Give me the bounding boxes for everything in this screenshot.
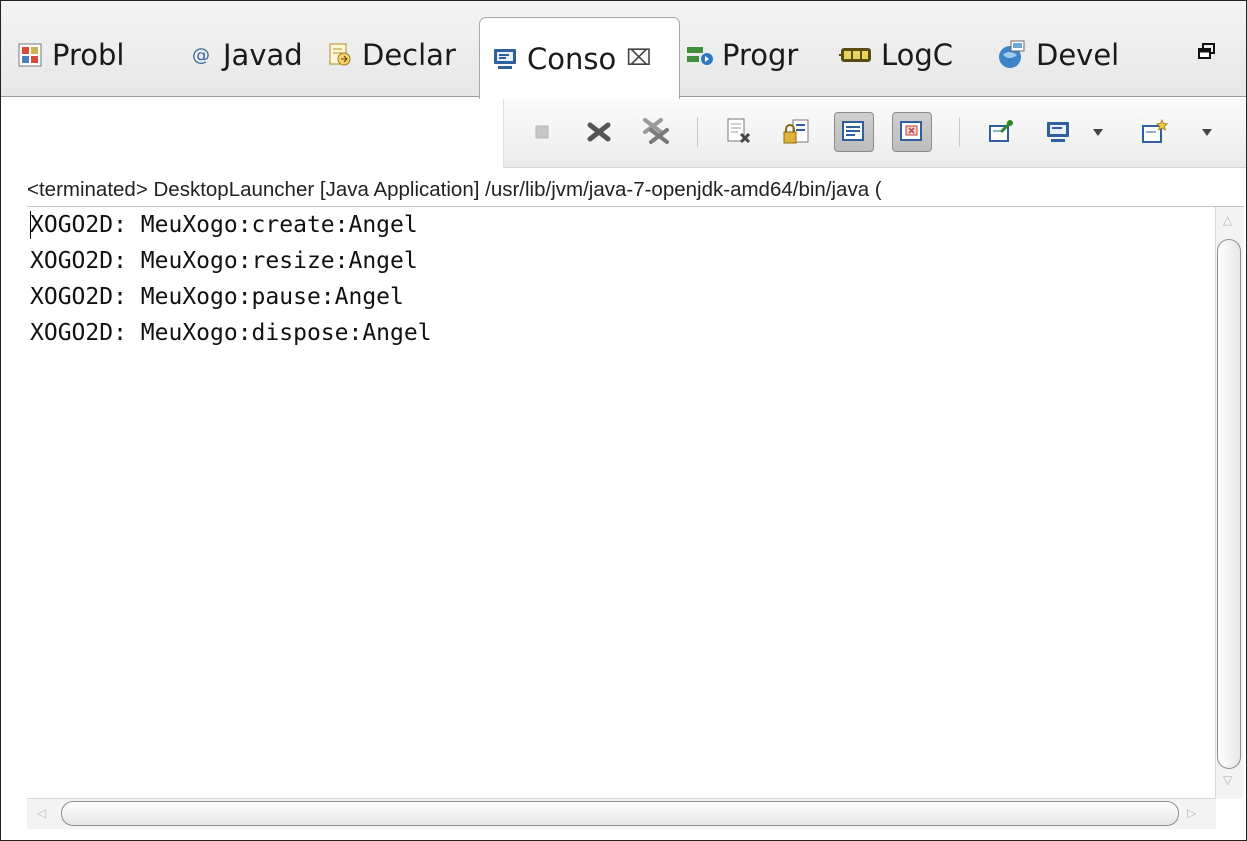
horizontal-scroll-thumb[interactable] bbox=[61, 801, 1179, 826]
console-view: Probl @ Javad Declar Conso ⌧ Progr LogC … bbox=[0, 0, 1247, 841]
progress-icon bbox=[685, 40, 715, 70]
launch-description: <terminated> DesktopLauncher [Java Appli… bbox=[27, 174, 1244, 207]
console-line: XOGO2D: MeuXogo:pause:Angel bbox=[30, 284, 404, 310]
tab-console[interactable]: Conso ⌧ bbox=[479, 17, 680, 99]
close-tab-icon[interactable]: ⌧ bbox=[626, 46, 651, 71]
tab-label: Devel bbox=[1036, 38, 1120, 72]
tab-javadoc[interactable]: @ Javad bbox=[186, 15, 303, 95]
remove-all-terminated-icon[interactable] bbox=[636, 112, 676, 152]
tab-declaration[interactable]: Declar bbox=[325, 15, 456, 95]
horizontal-scrollbar[interactable]: ◁ ▷ bbox=[27, 798, 1216, 829]
show-on-stdout-icon[interactable] bbox=[834, 112, 874, 152]
tab-label: Probl bbox=[52, 38, 125, 72]
scroll-left-arrow-icon[interactable]: ◁ bbox=[37, 806, 46, 820]
console-line: XOGO2D: MeuXogo:create:Angel bbox=[30, 212, 418, 238]
restore-view-icon[interactable] bbox=[1196, 41, 1220, 65]
logcat-icon bbox=[838, 40, 874, 70]
display-console-dropdown-icon[interactable] bbox=[1088, 112, 1108, 152]
pin-console-icon[interactable] bbox=[981, 112, 1021, 152]
tab-label: Progr bbox=[722, 38, 799, 72]
tab-label: LogC bbox=[881, 38, 954, 72]
vertical-scroll-thumb[interactable] bbox=[1217, 239, 1241, 769]
console-output[interactable]: XOGO2D: MeuXogo:create:Angel XOGO2D: Meu… bbox=[27, 207, 1217, 799]
vertical-scrollbar[interactable]: △ ▽ bbox=[1215, 207, 1243, 799]
console-line: XOGO2D: MeuXogo:resize:Angel bbox=[30, 248, 418, 274]
console-icon bbox=[490, 44, 520, 74]
display-console-icon[interactable] bbox=[1038, 112, 1078, 152]
scroll-up-arrow-icon[interactable]: △ bbox=[1223, 213, 1232, 227]
view-tab-bar: Probl @ Javad Declar Conso ⌧ Progr LogC … bbox=[1, 1, 1246, 99]
console-toolbar bbox=[503, 99, 1246, 168]
scroll-lock-icon[interactable] bbox=[776, 112, 816, 152]
text-caret bbox=[30, 211, 31, 239]
open-console-icon[interactable] bbox=[1135, 112, 1175, 152]
declaration-icon bbox=[325, 40, 355, 70]
scroll-right-arrow-icon[interactable]: ▷ bbox=[1187, 806, 1196, 820]
tab-label: Javad bbox=[223, 38, 303, 72]
terminate-icon[interactable] bbox=[522, 112, 562, 152]
show-on-stderr-icon[interactable] bbox=[892, 112, 932, 152]
tab-label: Declar bbox=[362, 38, 456, 72]
scroll-down-arrow-icon[interactable]: ▽ bbox=[1223, 773, 1232, 787]
problems-icon bbox=[15, 40, 45, 70]
javadoc-icon: @ bbox=[192, 44, 210, 66]
console-line: XOGO2D: MeuXogo:dispose:Angel bbox=[30, 320, 432, 346]
remove-launch-icon[interactable] bbox=[579, 112, 619, 152]
tab-devices[interactable]: Devel bbox=[995, 15, 1119, 95]
tab-logcat[interactable]: LogC bbox=[838, 15, 953, 95]
devices-icon bbox=[995, 40, 1029, 70]
tab-problems[interactable]: Probl bbox=[15, 15, 124, 95]
tab-progress[interactable]: Progr bbox=[685, 15, 798, 95]
open-console-dropdown-icon[interactable] bbox=[1197, 112, 1217, 152]
tab-label: Conso bbox=[527, 41, 617, 76]
clear-console-icon[interactable] bbox=[719, 112, 759, 152]
